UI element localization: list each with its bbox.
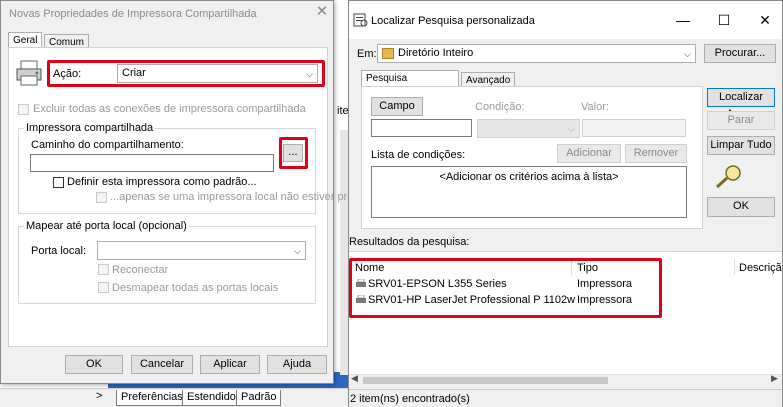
conditions-list-label: Lista de condições: <box>371 149 466 161</box>
sheet-tab-preferencias[interactable]: Preferências <box>116 390 188 406</box>
default-printer-checkbox[interactable] <box>53 177 64 188</box>
default-printer-label: Definir esta impressora como padrão... <box>67 176 257 188</box>
cancel-button[interactable]: Cancelar <box>131 355 193 374</box>
local-port-dropdown[interactable]: ⌵ <box>97 241 306 260</box>
scrollbar-thumb[interactable] <box>363 377 608 384</box>
only-if-no-local-checkbox[interactable] <box>96 192 107 203</box>
condition-label: Condição: <box>475 101 525 113</box>
chevron-down-icon: ⌵ <box>294 246 301 256</box>
share-path-label: Caminho do compartilhamento: <box>31 139 184 151</box>
folder-icon <box>382 48 394 59</box>
scope-value: Diretório Inteiro <box>398 47 474 59</box>
find-custom-search-dialog: Localizar Pesquisa personalizada — ☐ ✕ E… <box>348 0 783 407</box>
map-port-group-title: Mapear até porta local (opcional) <box>24 220 189 232</box>
local-port-label: Porta local: <box>31 245 87 257</box>
search-magnifier-icon <box>715 165 741 189</box>
close-icon[interactable]: ✕ <box>750 9 780 31</box>
search-directory-icon <box>353 13 368 27</box>
chevron-down-icon: ⌵ <box>684 49 691 59</box>
column-description[interactable]: Descriçã <box>739 261 782 277</box>
only-if-no-local-label: ...apenas se uma impressora local não es… <box>110 191 381 203</box>
unmap-all-label: Desmapear todas as portas locais <box>112 282 279 294</box>
minimize-icon[interactable]: — <box>668 9 698 31</box>
results-label: Resultados da pesquisa: <box>349 236 470 248</box>
sheet-tab-padrao[interactable]: Padrão <box>236 390 282 406</box>
highlight-browse <box>279 137 308 169</box>
value-input[interactable] <box>582 119 686 137</box>
condition-dropdown[interactable]: ⌵ <box>477 119 580 138</box>
sheet-tab-bar: > Preferências Estendido Padrão <box>0 388 348 407</box>
scroll-right-icon[interactable]: ▶ <box>771 373 778 384</box>
tab-scroll-arrow[interactable]: > <box>96 390 102 402</box>
browse-button[interactable]: Procurar... <box>704 44 776 63</box>
field-input[interactable] <box>371 119 472 137</box>
conditions-list[interactable]: <Adicionar os critérios acima à lista> <box>371 166 687 218</box>
stop-button[interactable]: Parar <box>707 111 775 130</box>
dialog-title: Novas Propriedades de Impressora Compart… <box>9 8 257 20</box>
ok-button[interactable]: OK <box>707 197 775 217</box>
column-separator[interactable] <box>734 259 735 275</box>
exclude-all-label: Excluir todas as conexões de impressora … <box>33 103 306 115</box>
reconnect-label: Reconectar <box>112 264 169 276</box>
highlight-results <box>349 258 662 318</box>
remove-button[interactable]: Remover <box>625 144 687 163</box>
value-label: Valor: <box>581 101 609 113</box>
reconnect-checkbox[interactable] <box>98 264 109 275</box>
unmap-all-checkbox[interactable] <box>98 282 109 293</box>
maximize-icon[interactable]: ☐ <box>709 9 739 31</box>
field-button[interactable]: Campo <box>371 97 423 116</box>
ok-button[interactable]: OK <box>65 355 123 374</box>
highlight-action <box>47 60 325 87</box>
status-bar: 2 item(ns) encontrado(s) <box>349 389 782 407</box>
printer-properties-dialog: Novas Propriedades de Impressora Compart… <box>0 0 380 384</box>
in-label: Em: <box>357 48 377 60</box>
scroll-left-icon[interactable]: ◀ <box>351 373 358 384</box>
chevron-down-icon: ⌵ <box>568 124 575 134</box>
printer-icon <box>16 60 42 86</box>
find-now-button[interactable]: Localizar Agora <box>707 88 775 120</box>
tab-custom-search[interactable]: Pesquisa personalizada <box>361 70 459 97</box>
close-icon[interactable]: ✕ <box>314 3 330 21</box>
apply-button[interactable]: Aplicar <box>200 355 260 374</box>
add-button[interactable]: Adicionar <box>557 144 621 163</box>
shared-printer-group-title: Impressora compartilhada <box>24 122 156 134</box>
exclude-all-checkbox[interactable] <box>18 104 29 115</box>
horizontal-scrollbar[interactable]: ◀ ▶ <box>349 373 782 386</box>
conditions-placeholder: <Adicionar os critérios acima à lista> <box>439 171 619 183</box>
scope-dropdown[interactable]: Diretório Inteiro ⌵ <box>377 44 696 63</box>
help-button[interactable]: Ajuda <box>267 355 327 374</box>
share-path-input[interactable] <box>30 154 274 172</box>
sheet-tab-estendido[interactable]: Estendido <box>182 390 241 406</box>
status-text: 2 item(ns) encontrado(s) <box>350 393 470 405</box>
tab-advanced[interactable]: Avançado <box>461 72 516 87</box>
dialog-title: Localizar Pesquisa personalizada <box>371 15 535 27</box>
clear-all-button[interactable]: Limpar Tudo <box>707 136 775 155</box>
